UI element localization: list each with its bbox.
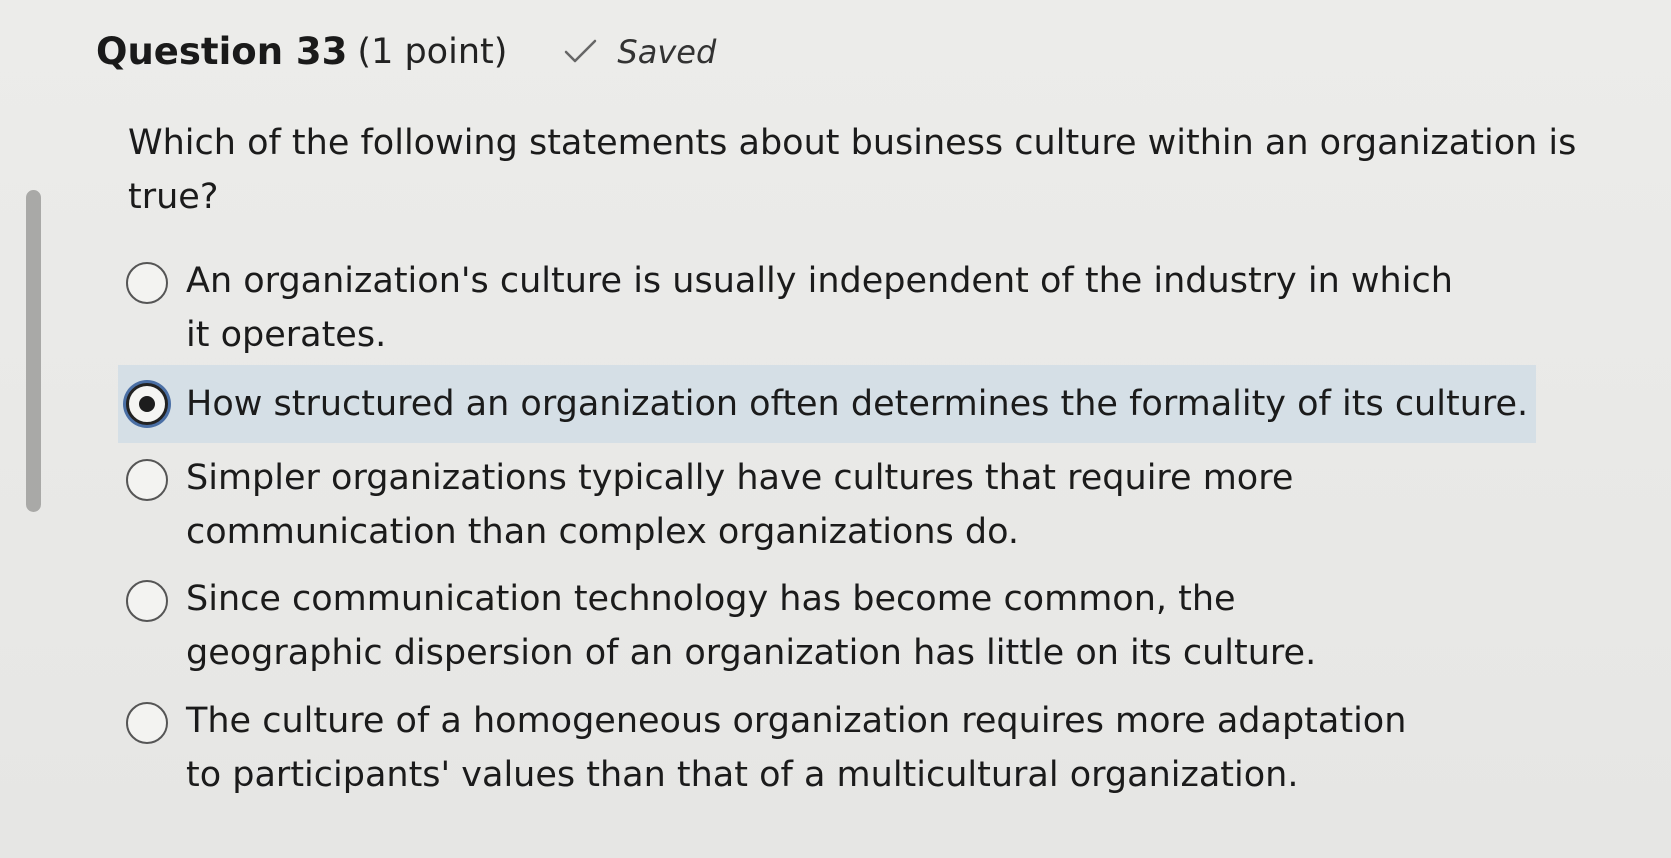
answer-option-5[interactable]: The culture of a homogeneous organizatio… bbox=[126, 694, 1526, 802]
answer-option-label: The culture of a homogeneous organizatio… bbox=[186, 701, 1407, 795]
saved-status: Saved bbox=[617, 32, 717, 71]
check-icon bbox=[563, 37, 599, 67]
answer-option-3[interactable]: Simpler organizations typically have cul… bbox=[126, 451, 1556, 559]
answer-option-1[interactable]: An organization's culture is usually ind… bbox=[126, 254, 1526, 362]
radio-button-selected[interactable] bbox=[126, 383, 168, 425]
question-title: Question 33 bbox=[96, 30, 348, 73]
question-header: Question 33 (1 point) Saved bbox=[96, 30, 716, 73]
quiz-page: Question 33 (1 point) Saved Which of the… bbox=[0, 0, 1671, 858]
answer-option-4[interactable]: Since communication technology has becom… bbox=[126, 572, 1526, 680]
answer-option-label: Since communication technology has becom… bbox=[186, 579, 1317, 673]
scrollbar-thumb[interactable] bbox=[26, 190, 41, 512]
radio-button[interactable] bbox=[126, 459, 168, 501]
question-prompt: Which of the following statements about … bbox=[128, 123, 1577, 217]
radio-button[interactable] bbox=[126, 702, 168, 744]
radio-button[interactable] bbox=[126, 580, 168, 622]
question-points: (1 point) bbox=[357, 31, 508, 72]
radio-button[interactable] bbox=[126, 262, 168, 304]
answer-option-label: Simpler organizations typically have cul… bbox=[186, 458, 1294, 552]
answer-option-label: How structured an organization often det… bbox=[186, 384, 1529, 424]
answer-option-2[interactable]: How structured an organization often det… bbox=[118, 365, 1536, 443]
answer-option-label: An organization's culture is usually ind… bbox=[186, 261, 1453, 355]
